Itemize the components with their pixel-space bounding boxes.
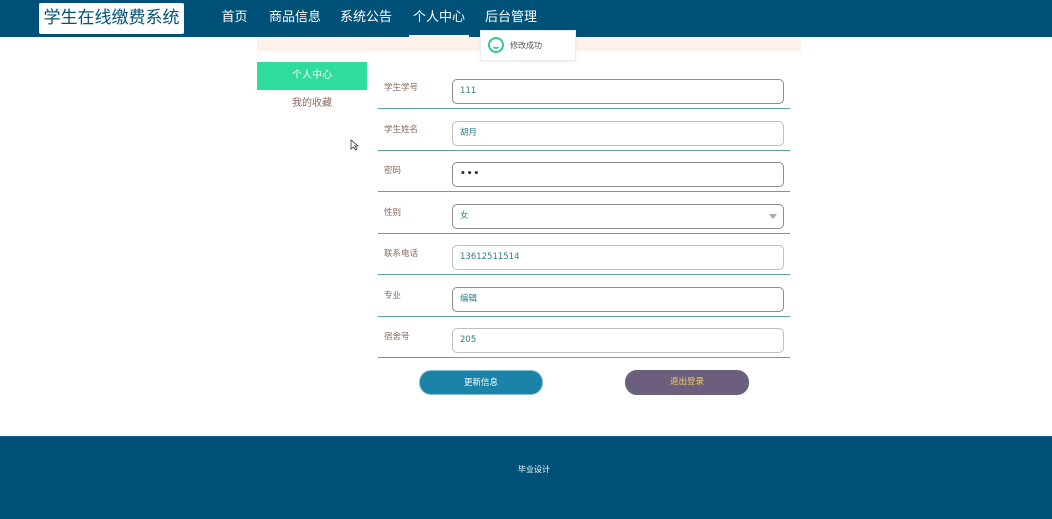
gender-selected-value: 女 [460, 211, 469, 221]
footer-text: 毕业设计 [518, 465, 550, 474]
student-name-input[interactable]: 胡月 [452, 121, 784, 146]
major-label: 专业 [384, 291, 402, 301]
nav-personal-center[interactable]: 个人中心 [409, 0, 469, 37]
phone-input[interactable]: 13612511514 [452, 245, 784, 270]
dorm-input[interactable]: 205 [452, 328, 784, 353]
gender-select[interactable]: 女 [452, 204, 784, 229]
nav-home[interactable]: 首页 [215, 0, 254, 37]
password-dots: ••• [460, 169, 481, 179]
smile-icon [488, 37, 504, 53]
mouse-cursor-icon [350, 139, 360, 151]
toast-message: 修改成功 [510, 41, 542, 50]
major-input[interactable]: 编辑 [452, 287, 784, 312]
footer: 毕业设计 [0, 436, 1052, 519]
form-row-gender: 性别 女 [378, 193, 790, 234]
dropdown-caret-icon [769, 214, 777, 219]
form-row-student-id: 学生学号 111 [378, 68, 790, 109]
dorm-label: 宿舍号 [384, 332, 410, 342]
gender-label: 性别 [384, 208, 402, 218]
sidebar-item-favorites[interactable]: 我的收藏 [257, 90, 367, 118]
student-id-label: 学生学号 [384, 83, 419, 93]
form-row-student-name: 学生姓名 胡月 [378, 110, 790, 151]
form-row-password: 密码 ••• [378, 151, 790, 192]
form-row-major: 专业 编辑 [378, 276, 790, 317]
form-row-dorm: 宿舍号 205 [378, 317, 790, 358]
form-row-phone: 联系电话 13612511514 [378, 234, 790, 275]
student-id-input[interactable]: 111 [452, 79, 784, 104]
nav-goods-info[interactable]: 商品信息 [264, 0, 326, 37]
success-toast: 修改成功 [480, 30, 576, 61]
site-logo[interactable]: 学生在线缴费系统 [39, 3, 184, 34]
nav-announcements[interactable]: 系统公告 [335, 0, 397, 37]
password-input[interactable]: ••• [452, 162, 784, 187]
logout-button[interactable]: 退出登录 [625, 370, 749, 395]
update-info-button[interactable]: 更新信息 [419, 370, 543, 395]
phone-label: 联系电话 [384, 249, 419, 259]
password-label: 密码 [384, 166, 402, 176]
sidebar-item-personal-center[interactable]: 个人中心 [257, 62, 367, 90]
student-name-label: 学生姓名 [384, 125, 419, 135]
